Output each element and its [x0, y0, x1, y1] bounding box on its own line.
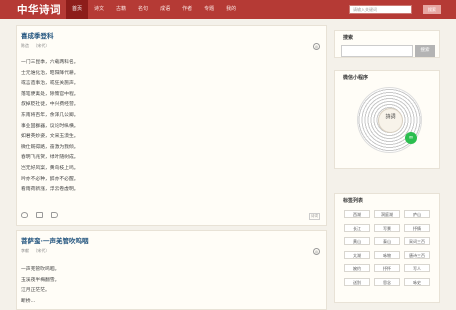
poem-line: 落笔便禽处，除策官中程。 [21, 91, 79, 97]
main-nav: 首页 诗文 古籍 名句 成语 作者 专题 我的 [66, 0, 242, 19]
poem-dynasty: 〔宋代〕 [33, 43, 50, 48]
poem-line: 事业固群器，议论时纵横。 [21, 123, 79, 129]
poem-line: 江月正茫茫。 [21, 288, 50, 294]
tag-item[interactable]: 泰山 [374, 237, 400, 245]
nav-item-quotes[interactable]: 名句 [132, 0, 154, 19]
qr-logo: 詩詞 [378, 108, 403, 133]
poem-line: 一门三昆季，六载两科名。 [21, 60, 79, 65]
poem-type-badge: 诗词 [308, 213, 320, 220]
poem-actions [21, 212, 58, 218]
play-audio-icon[interactable]: ◎ [313, 248, 320, 255]
tag-item[interactable]: 写景 [374, 223, 400, 232]
qr-code: 詩詞 ∞ [357, 87, 422, 153]
poem-card: 喜成季登科 陈造 〔宋代〕 ◎ 一门三昆季，六载两科名。 士元谁化治，昭阳降代耕… [16, 25, 327, 226]
nav-item-classics[interactable]: 古籍 [110, 0, 132, 19]
like-icon[interactable] [21, 212, 28, 218]
tag-item[interactable]: 抒怀 [374, 264, 400, 272]
poem-meta: 李献 〔宋代〕 [21, 248, 52, 254]
poem-title[interactable]: 喜成季登科 [21, 30, 54, 40]
nav-item-poems[interactable]: 诗文 [88, 0, 110, 19]
nav-item-home[interactable]: 首页 [66, 0, 89, 19]
play-audio-icon[interactable]: ◎ [313, 43, 320, 50]
poem-author[interactable]: 陈造 [21, 43, 29, 48]
nav-item-mine[interactable]: 我的 [220, 0, 242, 19]
poem-line: 吟亦不必种，醉亦不必醒。 [21, 176, 79, 182]
tag-item[interactable]: 庐山 [404, 210, 430, 218]
poem-author[interactable]: 李献 [21, 248, 29, 253]
wechat-miniprogram-panel: 微信小程序 詩詞 ∞ [334, 70, 440, 169]
tag-item[interactable]: 长江 [344, 223, 370, 232]
nav-item-authors[interactable]: 作者 [176, 0, 198, 19]
tag-item[interactable]: 咏物 [374, 250, 400, 259]
header-search-input[interactable]: 请输入关键词 [349, 5, 412, 14]
tag-item[interactable]: 采词三百 [404, 237, 430, 245]
poem-line: 看雨荷新涨，浮云卷虚明。 [21, 187, 79, 193]
tag-item[interactable]: 婉约 [344, 264, 370, 272]
speaker-icon[interactable] [51, 212, 58, 218]
nav-item-idioms[interactable]: 成语 [154, 0, 176, 19]
sidebar-search-input[interactable] [341, 45, 413, 57]
tag-item[interactable]: 太湖 [344, 250, 370, 259]
tag-item[interactable]: 思念 [374, 277, 400, 286]
nav-item-topics[interactable]: 专题 [198, 0, 220, 19]
panel-title: 标签列表 [343, 198, 364, 204]
poem-dynasty: 〔宋代〕 [33, 248, 50, 253]
tag-item[interactable]: 黄山 [344, 237, 370, 245]
copy-icon[interactable] [36, 212, 43, 218]
header-search-button[interactable]: 搜索 [423, 5, 441, 14]
site-logo[interactable]: 中华诗词 [17, 2, 61, 17]
tag-item[interactable]: 咏史 [404, 277, 430, 286]
poem-card: 菩萨蛮·一声羌管吹呜咽 李献 〔宋代〕 ◎ 一声羌管吹呜咽。 玉溪夜半梅翻雪。 … [16, 230, 327, 310]
tag-list-panel: 标签列表 西湖 洞庭湖 庐山 长江 写景 抒情 黄山 泰山 采词三百 太湖 咏物… [334, 193, 440, 303]
poem-line: 玉溪夜半梅翻雪。 [21, 277, 60, 283]
tag-grid: 西湖 洞庭湖 庐山 长江 写景 抒情 黄山 泰山 采词三百 太湖 咏物 唐诗三百… [344, 210, 434, 286]
poem-line: 微仕既得路，奋激为我倾。 [21, 144, 79, 150]
miniprogram-icon: ∞ [405, 132, 417, 144]
tag-item[interactable]: 洞庭湖 [374, 210, 400, 218]
poem-meta: 陈造 〔宋代〕 [21, 43, 52, 49]
poem-line: 岂无好风案，黄鸟枝上鸣。 [21, 165, 79, 171]
poem-line: 叔掉贬社徒，中兴费经营。 [21, 102, 79, 108]
poem-title[interactable]: 菩萨蛮·一声羌管吹呜咽 [21, 235, 88, 245]
tag-item[interactable]: 送别 [344, 277, 370, 286]
poem-line: 一声羌管吹呜咽。 [21, 267, 60, 272]
tag-item[interactable]: 抒情 [404, 223, 430, 232]
tag-item[interactable]: 西湖 [344, 210, 370, 218]
poem-line: 断桥... [21, 298, 36, 304]
sidebar-search-button[interactable]: 搜索 [415, 45, 435, 57]
poem-line: 春明飞兆贺，绿叶随树成。 [21, 155, 79, 161]
poem-line: 东南将百年，余泽几公卿。 [21, 112, 79, 118]
sidebar-search-panel: 搜索 搜索 [334, 30, 440, 58]
tag-item[interactable]: 唐诗三百 [404, 250, 430, 259]
poem-line: 或言造事治，或狂关施声。 [21, 81, 79, 87]
poem-line: 士元谁化治，昭阳降代耕。 [21, 70, 79, 76]
panel-title: 搜索 [343, 35, 354, 41]
panel-title: 微信小程序 [343, 75, 369, 81]
poem-line: 如君英妙姿，文采玉漠生。 [21, 134, 79, 140]
poem-content: 一门三昆季，六载两科名。 士元谁化治，昭阳降代耕。 或言造事治，或狂关施声。 落… [21, 58, 79, 196]
tag-item[interactable]: 写人 [404, 264, 430, 272]
poem-content: 一声羌管吹呜咽。 玉溪夜半梅翻雪。 江月正茫茫。 断桥... [21, 265, 59, 307]
top-navigation-bar: 中华诗词 首页 诗文 古籍 名句 成语 作者 专题 我的 请输入关键词 搜索 [0, 0, 456, 19]
